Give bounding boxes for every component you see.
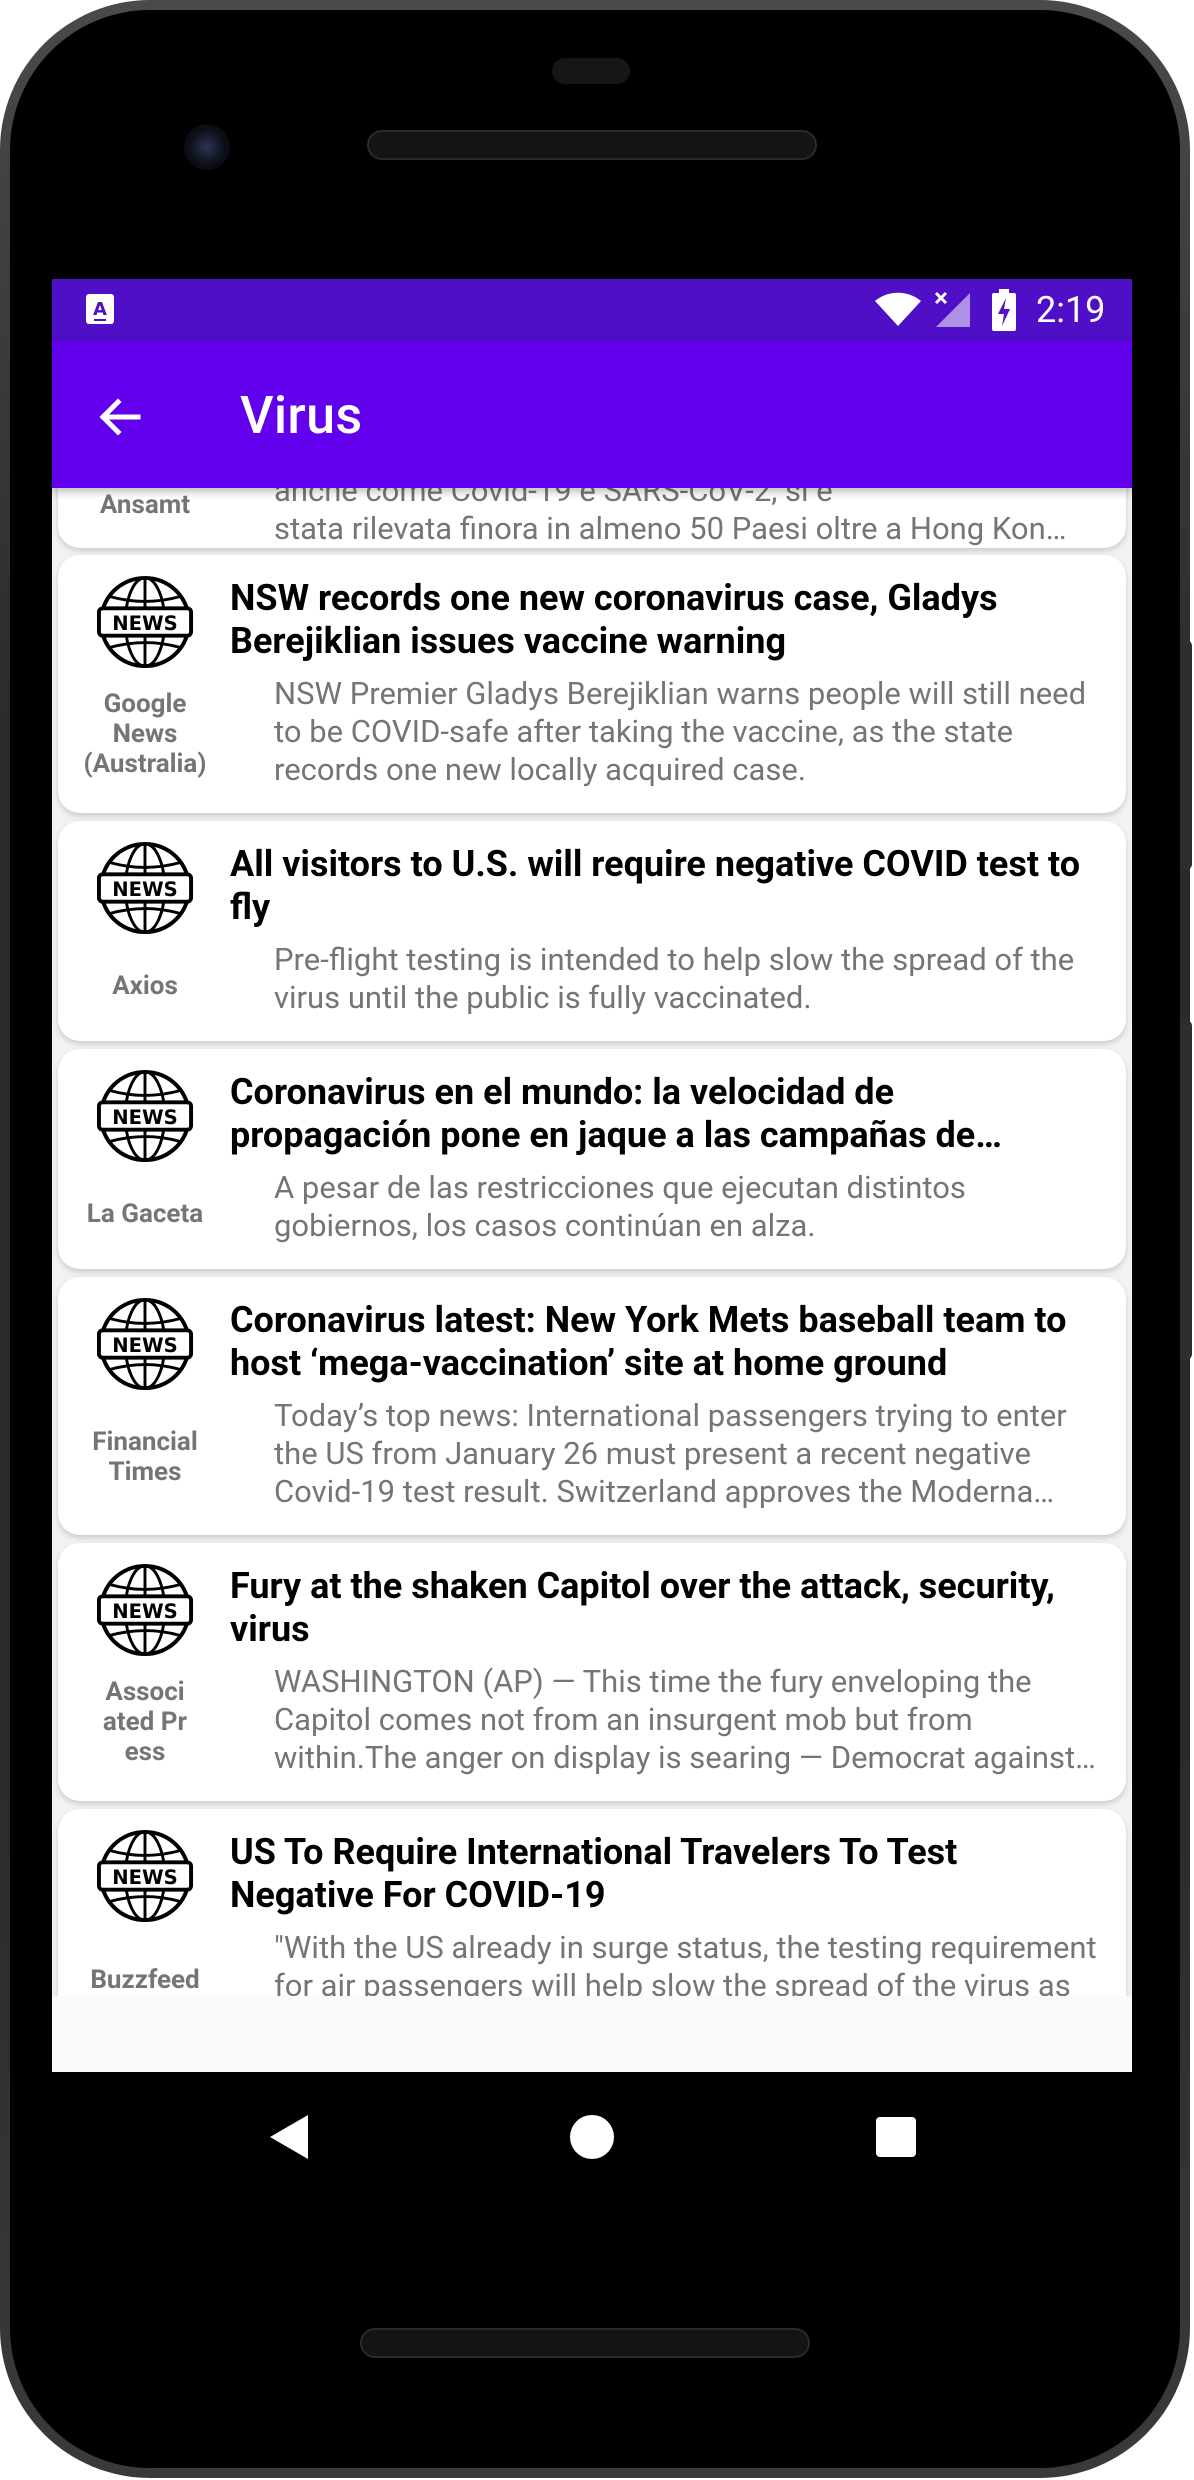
article-title: US To Require International Travelers To… (230, 1831, 958, 1916)
nav-back-icon[interactable] (268, 2113, 312, 2161)
article-summary: A pesar de las restricciones que ejecuta… (274, 1169, 966, 1244)
article-source: Buzzfeed (90, 1965, 200, 1995)
svg-text:NEWS: NEWS (112, 1334, 178, 1357)
news-card[interactable]: NEWS Google News (Australia) NSW records… (58, 555, 1126, 813)
svg-text:NEWS: NEWS (112, 1600, 178, 1623)
article-summary: Today’s top news: International passenge… (274, 1397, 1067, 1510)
arrow-back-icon[interactable] (92, 389, 148, 445)
article-title: Coronavirus en el mundo: la velocidad de… (230, 1071, 976, 1156)
front-camera (184, 124, 230, 170)
article-summary: NSW Premier Gladys Berejiklian warns peo… (274, 675, 1087, 788)
article-source: Axios (112, 971, 178, 1001)
nav-recents-icon[interactable] (875, 2116, 917, 2158)
article-summary: WASHINGTON (AP) — This time the fury env… (274, 1663, 1076, 1776)
status-clock: 2:19 (1036, 289, 1106, 331)
svg-text:NEWS: NEWS (112, 1866, 178, 1889)
svg-text:NEWS: NEWS (112, 878, 178, 901)
article-title: All visitors to U.S. will require negati… (230, 843, 1081, 928)
news-globe-icon: NEWS (96, 841, 194, 935)
news-card-partial[interactable]: Ansamt anche come Covid-19 e SARS-CoV-2,… (58, 488, 1126, 548)
article-title: Coronavirus latest: New York Mets baseba… (230, 1299, 1067, 1384)
status-bar: A 2:19 (52, 279, 1132, 341)
article-summary: anche come Covid-19 e SARS-CoV-2, si e s… (274, 488, 1067, 547)
power-button (1180, 640, 1192, 870)
phone-screen: A 2:19 Virus Ansamt anche come Covid-19 … (52, 279, 1132, 2072)
earpiece-speaker (367, 130, 817, 160)
svg-text:A: A (93, 299, 107, 320)
article-summary: "With the US already in surge status, th… (274, 1929, 1097, 1996)
phone-device: A 2:19 Virus Ansamt anche come Covid-19 … (0, 0, 1194, 2480)
battery-charging-icon (992, 289, 1016, 331)
volume-button (1180, 1020, 1192, 1360)
nav-home-icon[interactable] (569, 2114, 615, 2160)
article-source: Financial Times (92, 1427, 198, 1487)
news-card[interactable]: NEWS Buzzfeed US To Require Internationa… (58, 1809, 1126, 1996)
news-globe-icon: NEWS (96, 575, 194, 669)
news-card[interactable]: NEWS Associ ated Press Fury at the shake… (58, 1543, 1126, 1801)
news-globe-icon: NEWS (96, 1829, 194, 1923)
no-signal-icon (934, 291, 970, 327)
article-title: Fury at the shaken Capitol over the atta… (230, 1565, 1055, 1650)
news-globe-icon: NEWS (96, 1563, 194, 1657)
news-card[interactable]: NEWS La Gaceta Coronavirus en el mundo: … (58, 1049, 1126, 1269)
page-title: Virus (240, 385, 363, 446)
news-list[interactable]: Ansamt anche come Covid-19 e SARS-CoV-2,… (52, 488, 1132, 1996)
svg-text:NEWS: NEWS (112, 1106, 178, 1129)
news-card[interactable]: NEWS Axios All visitors to U.S. will req… (58, 821, 1126, 1041)
notification-a-icon: A (86, 294, 114, 324)
news-card[interactable]: NEWS Financial Times Coronavirus latest:… (58, 1277, 1126, 1535)
news-globe-icon: NEWS (96, 1297, 194, 1391)
article-source: Ansamt (99, 490, 191, 520)
article-summary: Pre-flight testing is intended to help s… (274, 941, 1075, 1016)
app-bar: Virus (52, 341, 1132, 488)
news-globe-icon: NEWS (96, 1069, 194, 1163)
article-title: NSW records one new coronavirus case, Gl… (230, 577, 998, 662)
bottom-speaker (360, 2328, 810, 2358)
sensor-slot (552, 58, 630, 84)
svg-text:NEWS: NEWS (112, 612, 178, 635)
article-source: La Gaceta (86, 1199, 204, 1229)
wifi-icon (875, 292, 921, 326)
article-source: Google News (Australia) (83, 689, 207, 779)
article-source: Associ ated Press (102, 1677, 188, 1767)
